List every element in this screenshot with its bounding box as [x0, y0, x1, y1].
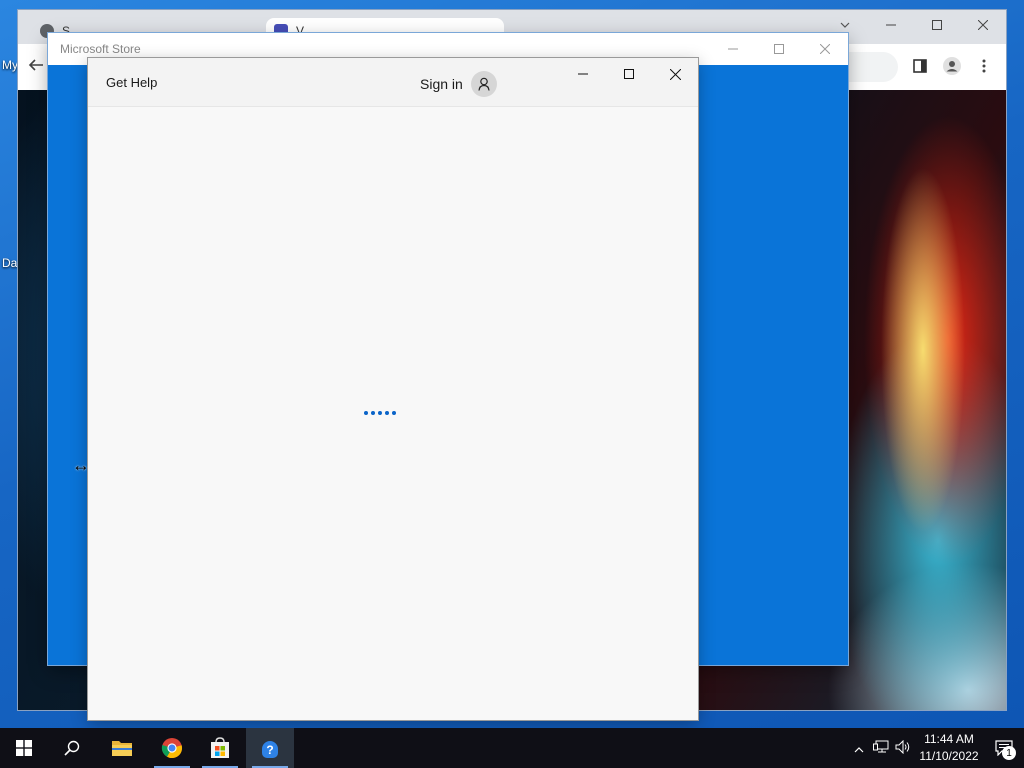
action-center-button[interactable]: 1 — [984, 728, 1024, 768]
loading-dot — [385, 411, 389, 415]
resize-cursor-icon: ↔ — [72, 455, 90, 475]
get-help-title: Get Help — [106, 75, 158, 90]
browser-caption-buttons — [822, 10, 1006, 42]
maximize-button[interactable] — [606, 58, 652, 90]
maximize-button[interactable] — [756, 33, 802, 65]
loading-dot — [392, 411, 396, 415]
windows-logo-icon — [16, 740, 32, 756]
desktop-icon-label[interactable]: Da — [2, 256, 17, 270]
window-title: Microsoft Store — [60, 42, 141, 56]
loading-dot — [371, 411, 375, 415]
sign-in-button[interactable]: Sign in — [420, 71, 497, 97]
person-icon — [470, 71, 497, 97]
network-icon[interactable] — [870, 740, 892, 757]
search-icon — [64, 740, 80, 756]
notification-badge: 1 — [1002, 746, 1016, 760]
system-tray: 11:44 AM 11/10/2022 1 — [848, 728, 1024, 768]
help-icon: ? — [262, 741, 278, 758]
close-button[interactable] — [802, 33, 848, 65]
side-panel-icon[interactable] — [910, 56, 930, 76]
loading-dot — [364, 411, 368, 415]
loading-indicator — [364, 411, 396, 415]
taskbar: ? 11:44 AM 11/10/2022 1 — [0, 728, 1024, 768]
volume-icon[interactable] — [892, 739, 914, 757]
back-arrow-icon[interactable] — [28, 56, 44, 78]
start-button[interactable] — [0, 728, 48, 768]
get-help-taskbar-button[interactable]: ? — [246, 728, 294, 768]
desktop-icon-label[interactable]: My — [2, 58, 18, 72]
loading-dot — [378, 411, 382, 415]
file-explorer-button[interactable] — [98, 728, 146, 768]
clock-time: 11:44 AM — [924, 732, 974, 746]
store-icon — [211, 737, 229, 758]
search-button[interactable] — [48, 728, 96, 768]
maximize-button[interactable] — [914, 10, 960, 40]
store-app-window: Get Help Sign in — [88, 58, 698, 720]
chevron-up-icon[interactable] — [848, 741, 870, 756]
store-header: Get Help Sign in — [88, 58, 698, 107]
profile-icon[interactable] — [942, 56, 962, 76]
clock[interactable]: 11:44 AM 11/10/2022 — [914, 731, 984, 765]
store-taskbar-button[interactable] — [196, 728, 244, 768]
clock-date: 11/10/2022 — [919, 749, 979, 763]
chrome-icon — [161, 738, 183, 759]
app-caption-buttons — [560, 58, 698, 90]
sign-in-label: Sign in — [420, 76, 463, 92]
svg-text:?: ? — [266, 743, 273, 757]
folder-icon — [112, 741, 132, 756]
store-caption-buttons — [710, 33, 848, 65]
close-button[interactable] — [960, 10, 1006, 40]
minimize-button[interactable] — [560, 58, 606, 90]
chrome-taskbar-button[interactable] — [148, 728, 196, 768]
minimize-button[interactable] — [868, 10, 914, 40]
minimize-button[interactable] — [710, 33, 756, 65]
close-button[interactable] — [652, 58, 698, 90]
kebab-menu-icon[interactable] — [974, 56, 994, 76]
